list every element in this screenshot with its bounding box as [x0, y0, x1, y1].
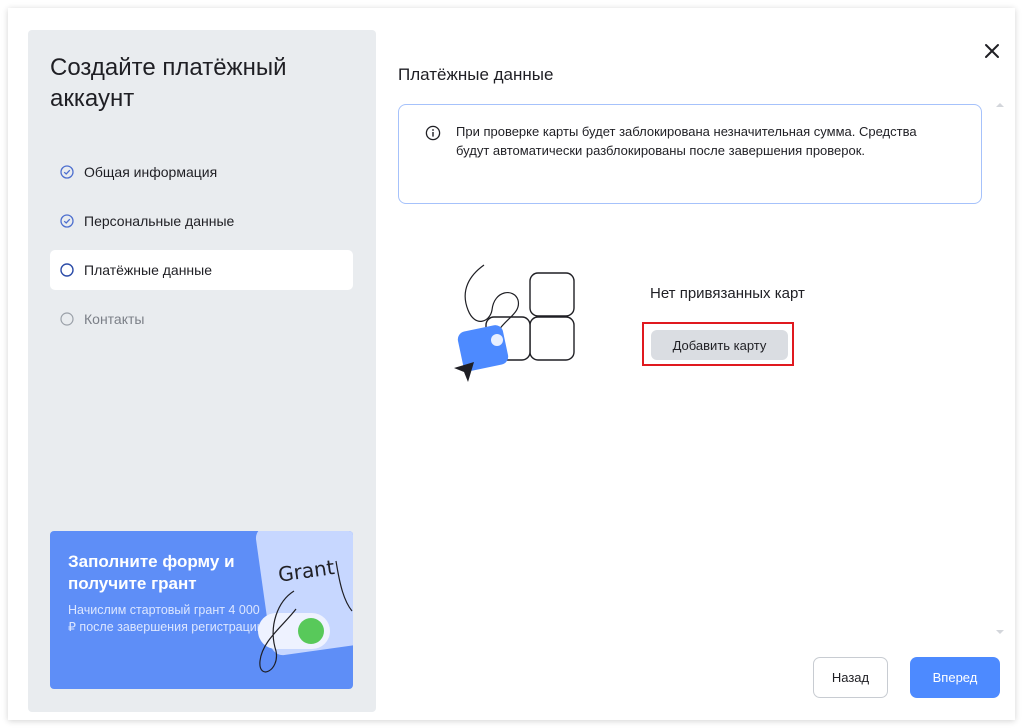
grant-card-illustration: Grant: [255, 531, 353, 673]
next-button[interactable]: Вперед: [910, 657, 1000, 698]
step-personal-data[interactable]: Персональные данные: [50, 201, 353, 241]
scroll-up-arrow-icon[interactable]: [995, 100, 1005, 110]
back-button[interactable]: Назад: [813, 657, 888, 698]
no-cards-illustration: [454, 264, 575, 382]
check-circle-icon: [60, 165, 74, 179]
step-payment-data[interactable]: Платёжные данные: [50, 250, 353, 290]
sidebar-panel: Создайте платёжный аккаунт Общая информа…: [28, 30, 376, 712]
close-icon[interactable]: [982, 41, 1002, 61]
step-label: Персональные данные: [84, 213, 235, 229]
info-notice: При проверке карты будет заблокирована н…: [398, 104, 982, 204]
check-circle-icon: [60, 214, 74, 228]
grant-promo-banner: Заполните форму и получите грант Начисли…: [50, 531, 353, 689]
info-text: При проверке карты будет заблокирована н…: [456, 124, 917, 158]
step-contacts[interactable]: Контакты: [50, 299, 353, 339]
step-label: Контакты: [84, 311, 145, 327]
empty-circle-icon: [60, 312, 74, 326]
step-label: Общая информация: [84, 164, 218, 180]
empty-circle-icon: [60, 263, 74, 277]
section-title: Платёжные данные: [398, 65, 554, 84]
step-list: Общая информация Персональные данные Пла…: [50, 152, 353, 348]
step-general-info[interactable]: Общая информация: [50, 152, 353, 192]
add-card-button[interactable]: Добавить карту: [651, 330, 788, 360]
sidebar-title: Создайте платёжный аккаунт: [50, 54, 287, 112]
no-cards-text: Нет привязанных карт: [650, 285, 805, 302]
scroll-down-arrow-icon[interactable]: [995, 627, 1005, 637]
step-label: Платёжные данные: [84, 262, 213, 278]
info-icon: [425, 125, 441, 141]
promo-title: Заполните форму и получите грант: [68, 552, 235, 593]
